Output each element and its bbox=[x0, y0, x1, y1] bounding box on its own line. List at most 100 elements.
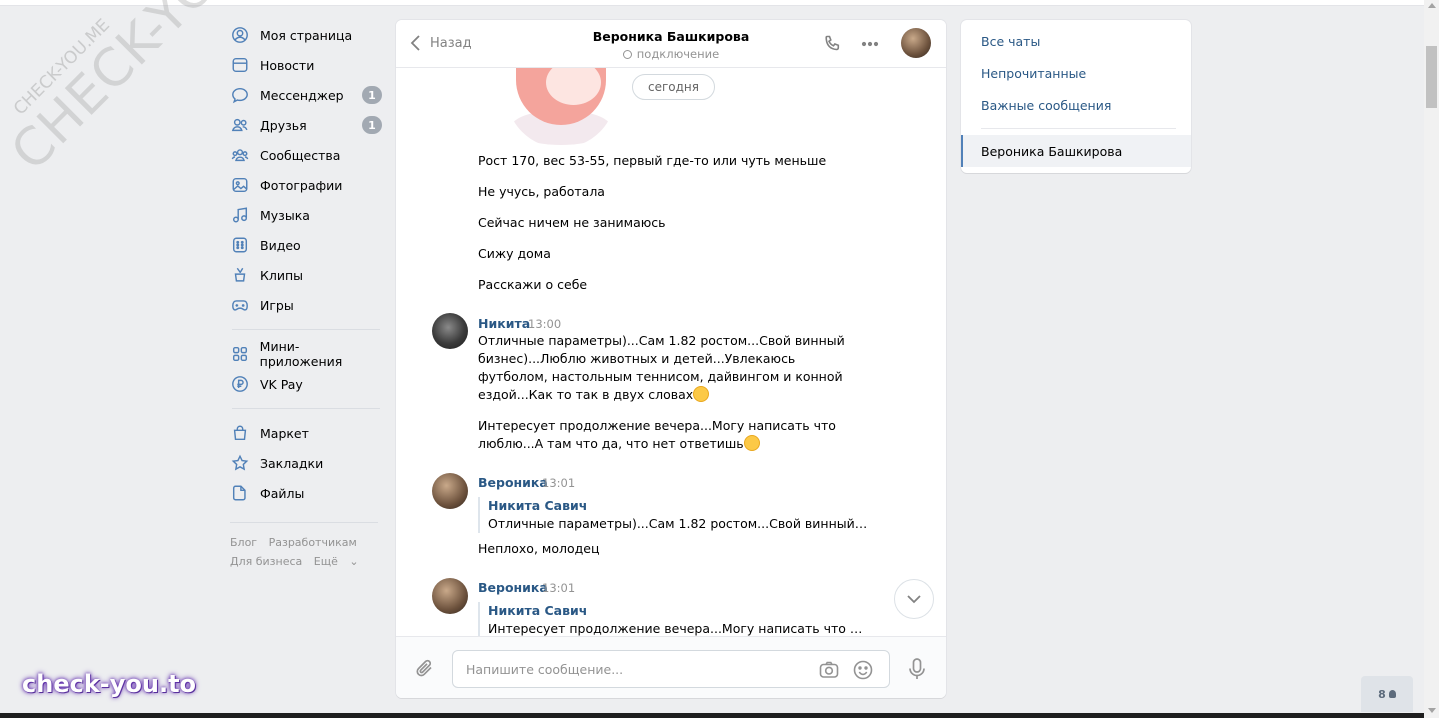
friends-badge: 1 bbox=[362, 116, 382, 134]
nav-vk-pay[interactable]: VK Pay bbox=[230, 369, 380, 399]
message-text: Рост 170, вес 53-55, первый где-то или ч… bbox=[478, 153, 827, 168]
scroll-up-arrow-icon[interactable] bbox=[1428, 3, 1436, 8]
filter-all-chats[interactable]: Все чаты bbox=[981, 34, 1040, 49]
chat-panel: Назад Вероника Башкирова подключение сег… bbox=[396, 20, 946, 698]
message-text: Не учусь, работала bbox=[478, 184, 605, 199]
nav-games[interactable]: Игры bbox=[230, 290, 380, 320]
message-input[interactable] bbox=[466, 660, 806, 678]
message-text-content: Отличные параметры)...Сам 1.82 ростом...… bbox=[478, 333, 845, 402]
nav-label: Маркет bbox=[260, 425, 309, 441]
camera-icon bbox=[819, 661, 839, 678]
peer-status-text: подключение bbox=[636, 47, 720, 61]
scroll-down-button[interactable] bbox=[894, 579, 934, 619]
author-avatar[interactable] bbox=[432, 578, 468, 614]
nav-clips[interactable]: Клипы bbox=[230, 260, 380, 290]
nav-label: Новости bbox=[260, 57, 315, 73]
message-text: Сейчас ничем не занимаюсь bbox=[478, 215, 666, 230]
taskbar-edge bbox=[0, 713, 1424, 718]
news-icon bbox=[230, 55, 250, 75]
message-author[interactable]: Вероника bbox=[478, 475, 548, 490]
message-time[interactable]: 13:00 bbox=[528, 317, 561, 331]
nav-photos[interactable]: Фотографии bbox=[230, 170, 380, 200]
nav-label: Музыка bbox=[260, 207, 310, 223]
chat-filters-panel: Все чаты Непрочитанные Важные сообщения … bbox=[961, 20, 1191, 173]
nav-label: Игры bbox=[260, 297, 294, 313]
phone-icon bbox=[825, 35, 840, 51]
nav-market[interactable]: Маркет bbox=[230, 418, 380, 448]
bag-icon bbox=[230, 423, 250, 443]
top-bar bbox=[0, 0, 1424, 6]
nav-music[interactable]: Музыка bbox=[230, 200, 380, 230]
footer-blog-link[interactable]: Блог bbox=[230, 536, 257, 549]
quote-text: Отличные параметры)...Сам 1.82 ростом...… bbox=[488, 516, 868, 531]
message-icon bbox=[230, 85, 250, 105]
paperclip-icon bbox=[416, 659, 432, 677]
nav-files[interactable]: Файлы bbox=[230, 478, 380, 508]
footer-devs-link[interactable]: Разработчикам bbox=[269, 536, 357, 549]
nav-friends[interactable]: Друзья 1 bbox=[230, 110, 382, 140]
author-avatar[interactable] bbox=[432, 473, 468, 509]
scroll-down-arrow-icon[interactable] bbox=[1428, 708, 1436, 713]
quote-author: Никита Савич bbox=[488, 603, 588, 618]
apps-icon bbox=[230, 344, 250, 364]
online-friends-widget[interactable]: 8 bbox=[1361, 676, 1413, 712]
footer-business-link[interactable]: Для бизнеса bbox=[230, 555, 302, 568]
person-icon bbox=[1388, 690, 1396, 698]
footer-more-link[interactable]: Ещё ⌄ bbox=[314, 555, 367, 568]
attach-button[interactable] bbox=[414, 657, 436, 683]
message-text: Интересует продолжение вечера...Могу нап… bbox=[478, 417, 868, 453]
nav-label: Мини-приложения bbox=[259, 339, 343, 369]
nav-label: Фотографии bbox=[260, 177, 343, 193]
user-circle-icon bbox=[230, 25, 250, 45]
scrollbar-thumb[interactable] bbox=[1426, 46, 1437, 108]
smile-icon bbox=[853, 660, 873, 680]
voice-message-button[interactable] bbox=[906, 657, 928, 685]
emoji-button[interactable] bbox=[852, 659, 874, 685]
microphone-icon bbox=[909, 658, 925, 679]
chevron-down-icon bbox=[907, 595, 921, 604]
reply-quote[interactable]: Никита Савич Интересует продолжение вече… bbox=[478, 602, 868, 638]
nav-label: Клипы bbox=[260, 267, 304, 283]
loading-icon bbox=[622, 50, 632, 59]
message-input-box[interactable] bbox=[452, 650, 890, 688]
nav-video[interactable]: Видео bbox=[230, 230, 380, 260]
left-sidebar: Моя страница Новости Мессенджер 1 Друзья… bbox=[230, 20, 382, 571]
chevron-down-icon: ⌄ bbox=[349, 555, 359, 568]
nav-messenger[interactable]: Мессенджер 1 bbox=[230, 80, 382, 110]
nav-bookmarks[interactable]: Закладки bbox=[230, 448, 380, 478]
camera-button[interactable] bbox=[818, 659, 840, 685]
page-scrollbar[interactable] bbox=[1424, 0, 1439, 718]
nav-news[interactable]: Новости bbox=[230, 50, 380, 80]
reply-quote[interactable]: Никита Савич Отличные параметры)...Сам 1… bbox=[478, 497, 868, 533]
message-text: Отличные параметры)...Сам 1.82 ростом...… bbox=[478, 332, 868, 404]
friends-icon bbox=[230, 115, 250, 135]
gamepad-icon bbox=[230, 295, 250, 315]
nav-label: VK Pay bbox=[260, 376, 303, 392]
more-actions-button[interactable] bbox=[860, 34, 880, 58]
message-time[interactable]: 13:01 bbox=[542, 581, 575, 595]
watermark-small: CHECK-YOU.ME bbox=[10, 15, 114, 120]
message-author[interactable]: Вероника bbox=[478, 580, 548, 595]
nav-communities[interactable]: Сообщества bbox=[230, 140, 380, 170]
nav-mini-apps[interactable]: Мини-приложения bbox=[230, 339, 380, 369]
message-author[interactable]: Никита bbox=[478, 316, 530, 331]
nav-label: Моя страница bbox=[260, 27, 353, 43]
filter-unread[interactable]: Непрочитанные bbox=[981, 66, 1086, 81]
nav-separator bbox=[232, 408, 380, 409]
date-divider: сегодня bbox=[632, 74, 715, 100]
message-text-content: Интересует продолжение вечера...Могу нап… bbox=[478, 418, 836, 451]
active-chat-item[interactable]: Вероника Башкирова bbox=[961, 135, 1191, 167]
music-icon bbox=[230, 205, 250, 225]
more-dots-icon bbox=[861, 41, 879, 47]
filter-important[interactable]: Важные сообщения bbox=[981, 98, 1111, 113]
nav-my-page[interactable]: Моя страница bbox=[230, 20, 380, 50]
peer-avatar[interactable] bbox=[901, 28, 931, 58]
star-icon bbox=[230, 453, 250, 473]
message-text: Сижу дома bbox=[478, 246, 551, 261]
photo-icon bbox=[230, 175, 250, 195]
message-time[interactable]: 13:01 bbox=[542, 476, 575, 490]
call-button[interactable] bbox=[822, 34, 842, 58]
author-avatar[interactable] bbox=[432, 313, 468, 349]
message-composer bbox=[396, 636, 946, 698]
watermark-brand: check-you.to bbox=[22, 670, 197, 698]
